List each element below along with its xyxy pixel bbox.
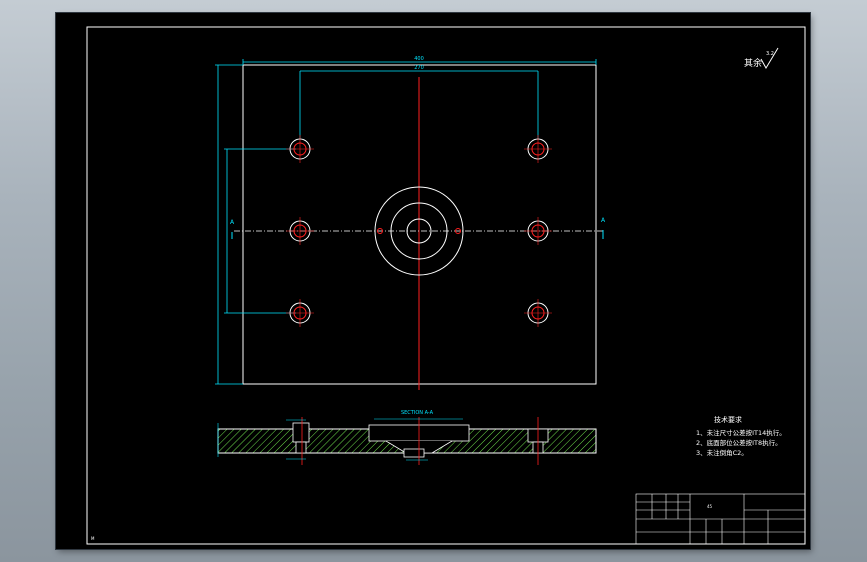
title-block-material: 45	[707, 504, 713, 509]
bolt-hole	[286, 135, 314, 163]
notes-line: 1、未注尺寸公差按IT14执行。	[696, 428, 786, 437]
bolt-hole	[286, 299, 314, 327]
corner-mark: M	[91, 536, 95, 541]
section-marker-right: A	[601, 217, 606, 224]
dim-width-outer: 400	[414, 56, 424, 62]
left-dimensions	[215, 64, 296, 385]
notes-line: 2、底面部位公差按IT8执行。	[696, 438, 782, 447]
notes-line: 3、未注倒角C2。	[696, 448, 748, 457]
bolt-hole	[286, 217, 314, 245]
dim-width-inner: 270	[414, 65, 424, 71]
bolt-hole	[524, 299, 552, 327]
section-title: SECTION A-A	[401, 410, 434, 416]
drawing-sheet: 400 270 A A SECTION A-A 其余 3.2 技术要求 1、未注…	[56, 13, 810, 549]
section-marker-left: A	[230, 219, 235, 226]
cad-viewport[interactable]: 400 270 A A SECTION A-A 其余 3.2 技术要求 1、未注…	[0, 0, 867, 562]
bolt-hole	[524, 135, 552, 163]
surface-finish-label: 其余	[744, 57, 762, 69]
bolt-hole	[524, 217, 552, 245]
sheet-border	[86, 26, 806, 545]
cad-drawing: 400 270 A A SECTION A-A 其余 3.2 技术要求 1、未注…	[86, 26, 806, 545]
notes-heading: 技术要求	[714, 415, 742, 424]
section-view	[217, 417, 597, 465]
title-block	[635, 493, 806, 545]
